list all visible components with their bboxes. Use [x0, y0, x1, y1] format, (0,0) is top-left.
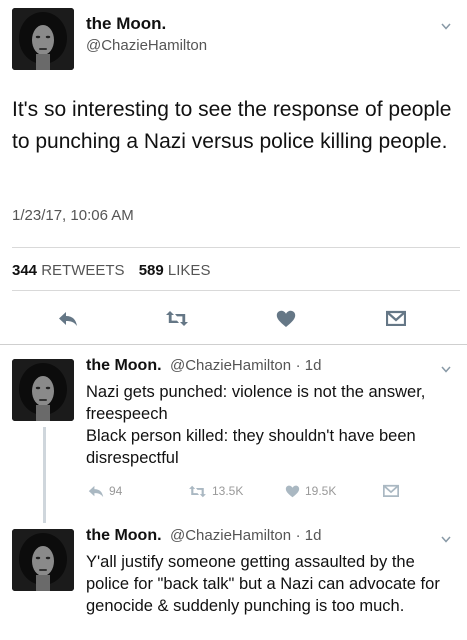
user-name[interactable]: the Moon. — [86, 527, 162, 544]
retweet-button[interactable]: 13.5K — [188, 484, 243, 498]
reply-count: 94 — [109, 484, 123, 498]
reply-header: the Moon. @ChazieHamilton · 1d — [86, 357, 321, 375]
avatar[interactable] — [12, 529, 74, 591]
heart-icon — [285, 485, 300, 497]
reply-tweet: the Moon. @ChazieHamilton · 1d Y'all jus… — [0, 515, 467, 640]
tweet-timestamp[interactable]: 1/23/17, 10:06 AM — [12, 207, 134, 224]
avatar-image — [12, 529, 74, 591]
tweet-text-line: Black person killed: they shouldn't have… — [86, 427, 416, 467]
envelope-icon — [383, 484, 399, 497]
direct-message-button[interactable] — [386, 310, 406, 326]
user-handle[interactable]: @ChazieHamilton — [170, 527, 291, 544]
user-handle[interactable]: @ChazieHamilton — [86, 37, 207, 54]
direct-message-button[interactable] — [383, 484, 399, 497]
main-tweet: the Moon. @ChazieHamilton It's so intere… — [0, 0, 467, 345]
avatar-image — [12, 359, 74, 421]
reply-button[interactable]: 94 — [88, 484, 122, 498]
chevron-down-icon[interactable] — [441, 366, 451, 373]
envelope-icon — [386, 310, 406, 326]
retweet-icon — [166, 311, 188, 326]
retweet-button[interactable] — [165, 310, 189, 327]
tweet-age[interactable]: · 1d — [296, 357, 322, 374]
reply-icon — [59, 312, 77, 326]
like-button[interactable]: 19.5K — [285, 484, 336, 498]
reply-header: the Moon. @ChazieHamilton · 1d — [86, 527, 321, 545]
reply-tweet: the Moon. @ChazieHamilton · 1d Nazi gets… — [0, 345, 467, 515]
like-button[interactable] — [276, 310, 296, 328]
avatar-image — [12, 8, 74, 70]
chevron-down-icon[interactable] — [441, 536, 451, 543]
user-name[interactable]: the Moon. — [86, 14, 166, 34]
likes-count[interactable]: 589 — [139, 262, 164, 279]
retweets-count[interactable]: 344 — [12, 262, 37, 279]
avatar[interactable] — [12, 359, 74, 421]
heart-icon — [276, 310, 296, 327]
retweets-label[interactable]: RETWEETS — [41, 262, 124, 279]
retweet-icon — [189, 485, 206, 497]
likes-label[interactable]: LIKES — [168, 262, 211, 279]
like-count: 19.5K — [305, 484, 337, 498]
tweet-text: It's so interesting to see the response … — [12, 98, 452, 153]
user-name[interactable]: the Moon. — [86, 357, 162, 374]
reply-button[interactable] — [58, 311, 78, 327]
divider — [12, 247, 460, 248]
avatar[interactable] — [12, 8, 74, 70]
reply-icon — [88, 485, 104, 497]
tweet-age[interactable]: · 1d — [296, 527, 322, 544]
tweet-text: Y'all justify someone getting assaulted … — [86, 551, 446, 617]
chevron-down-icon[interactable] — [441, 23, 451, 30]
tweet-stats: 344 RETWEETS 589 LIKES — [12, 262, 210, 279]
user-handle[interactable]: @ChazieHamilton — [170, 357, 291, 374]
tweet-text-line: Y'all justify someone getting assaulted … — [86, 553, 440, 615]
retweet-count: 13.5K — [212, 484, 244, 498]
tweet-text: Nazi gets punched: violence is not the a… — [86, 381, 446, 469]
divider — [12, 290, 460, 291]
tweet-text-line: Nazi gets punched: violence is not the a… — [86, 383, 426, 423]
